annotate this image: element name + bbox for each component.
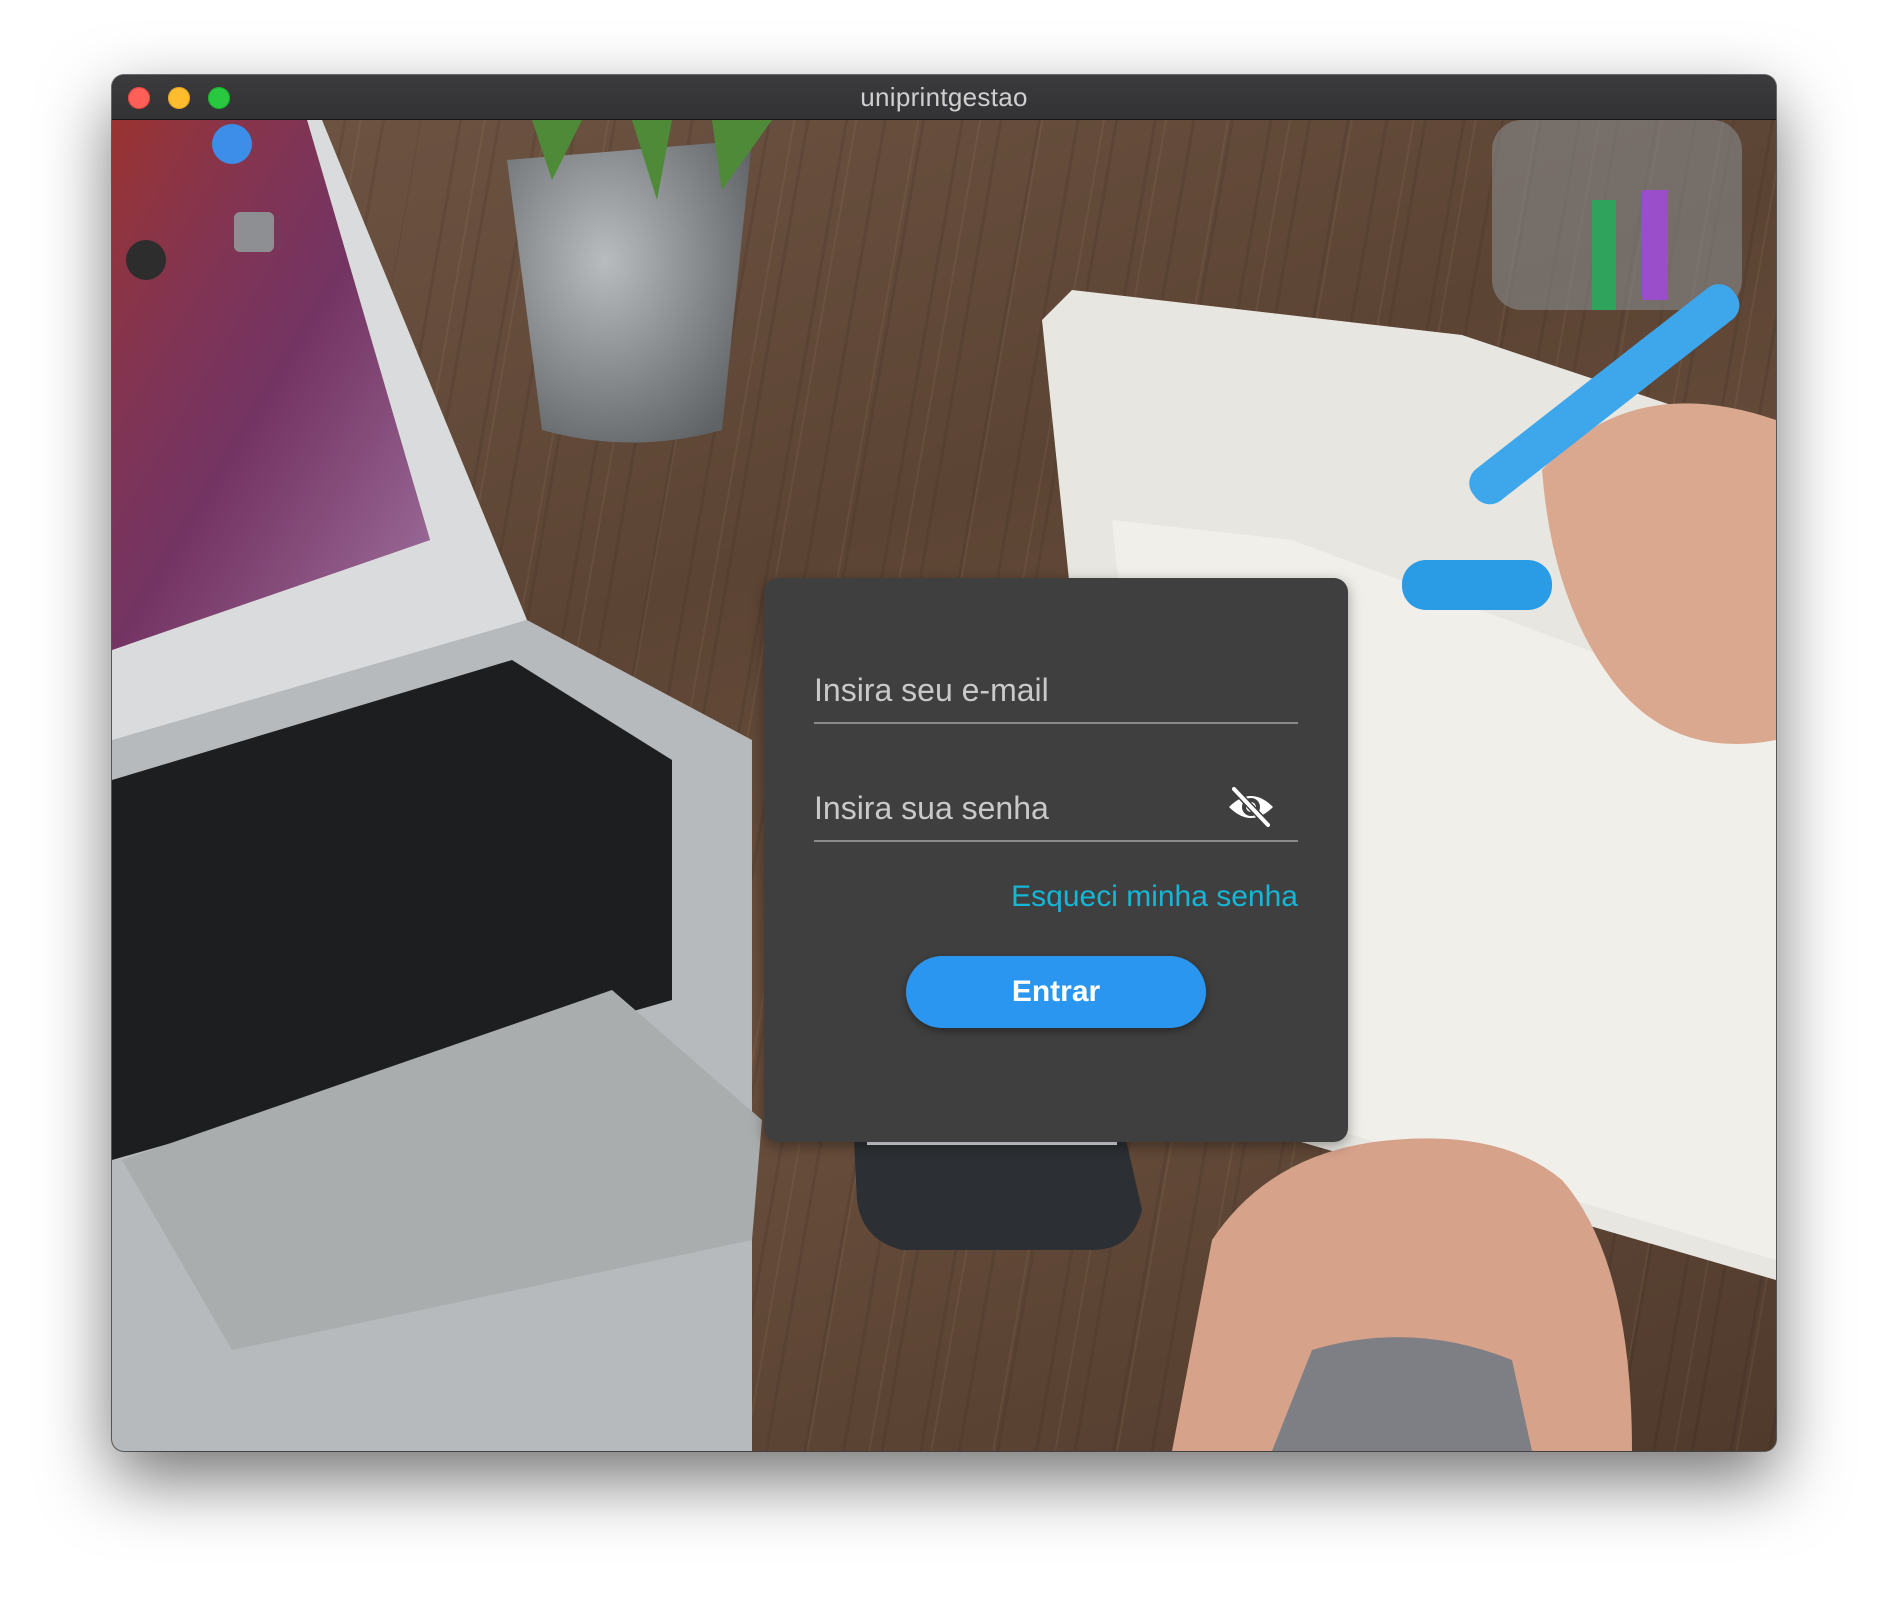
forgot-password-link[interactable]: Esqueci minha senha <box>1011 880 1298 914</box>
window-titlebar[interactable]: uniprintgestao <box>112 75 1776 120</box>
login-button[interactable]: Entrar <box>906 956 1206 1028</box>
login-card: Esqueci minha senha Entrar <box>764 578 1348 1142</box>
email-field-container <box>814 662 1298 724</box>
email-input[interactable] <box>814 662 1298 718</box>
password-field-container <box>814 780 1298 842</box>
window-title: uniprintgestao <box>860 82 1028 112</box>
app-window: uniprintgestao Insira seu e-mail Esqueci… <box>112 75 1776 1451</box>
eye-off-icon[interactable] <box>1226 784 1276 830</box>
